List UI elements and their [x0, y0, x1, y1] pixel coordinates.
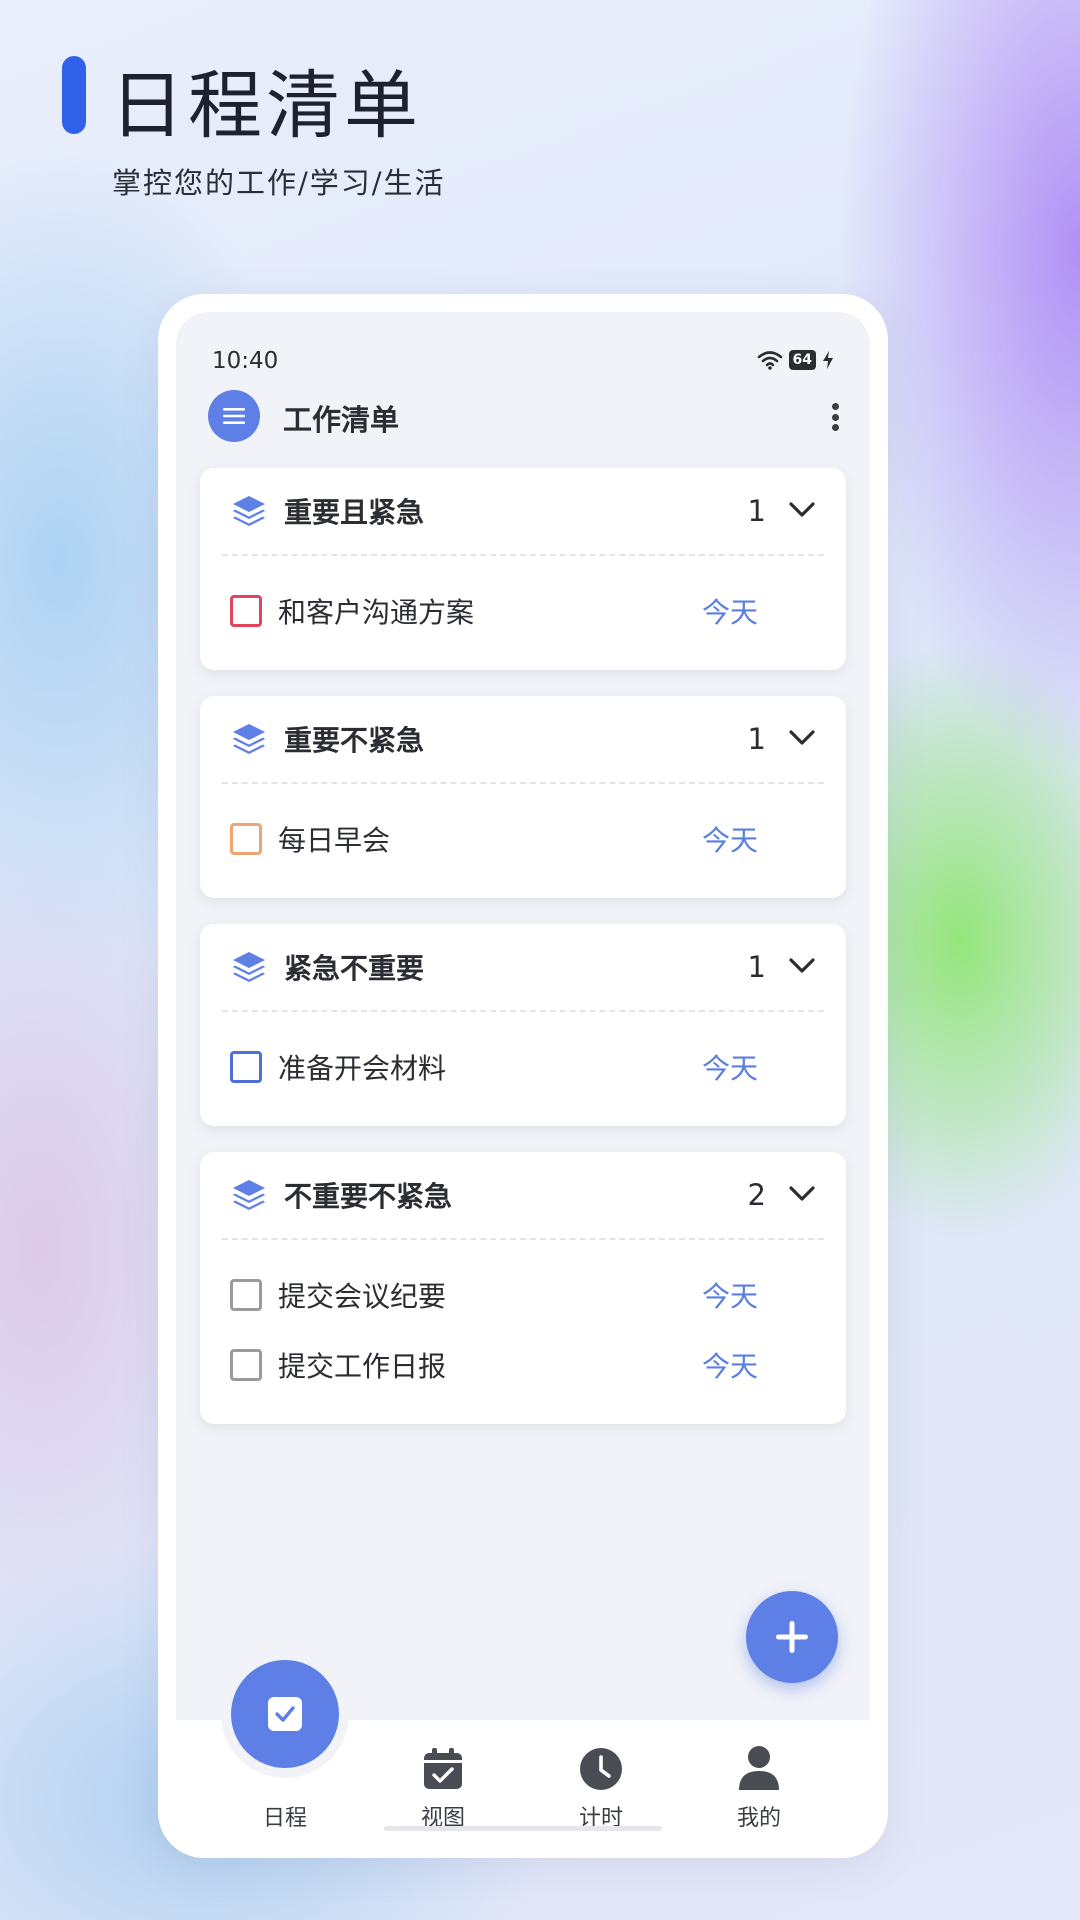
quadrant-card-urgent-not-important: 紧急不重要 1 准备开会材料 今天 — [200, 924, 846, 1126]
person-icon — [739, 1746, 779, 1790]
layers-icon — [233, 952, 265, 982]
quadrant-header[interactable]: 紧急不重要 1 — [222, 924, 824, 1012]
task-text: 提交会议纪要 — [278, 1280, 447, 1313]
chevron-down-icon[interactable] — [786, 726, 818, 750]
menu-button[interactable] — [208, 390, 260, 442]
task-text: 和客户沟通方案 — [278, 596, 475, 629]
dot-icon — [831, 403, 839, 410]
quadrant-count: 1 — [747, 494, 766, 528]
task-text: 准备开会材料 — [278, 1052, 447, 1085]
chevron-down-icon[interactable] — [786, 954, 818, 978]
task-item[interactable]: 提交工作日报 今天 — [222, 1330, 824, 1400]
quadrant-card-important-urgent: 重要且紧急 1 和客户沟通方案 今天 — [200, 468, 846, 670]
home-indicator — [384, 1826, 662, 1831]
title-accent-bar — [62, 56, 86, 134]
task-checkbox[interactable] — [230, 1349, 262, 1381]
task-list: 每日早会 今天 — [200, 784, 846, 898]
task-item[interactable]: 每日早会 今天 — [222, 804, 824, 874]
quadrant-header[interactable]: 重要且紧急 1 — [222, 468, 824, 556]
more-options-button[interactable] — [828, 400, 842, 434]
quadrant-header[interactable]: 不重要不紧急 2 — [222, 1152, 824, 1240]
task-date: 今天 — [701, 824, 758, 857]
quadrant-count: 1 — [747, 950, 766, 984]
task-date: 今天 — [701, 1350, 758, 1383]
task-item[interactable]: 准备开会材料 今天 — [222, 1032, 824, 1102]
clock-icon — [580, 1748, 622, 1790]
task-checkbox[interactable] — [230, 1279, 262, 1311]
tab-view[interactable]: 视图 — [383, 1740, 503, 1832]
tab-label: 我的 — [736, 1806, 781, 1831]
task-date: 今天 — [701, 596, 758, 629]
task-checkbox[interactable] — [230, 1051, 262, 1083]
task-checkbox[interactable] — [230, 595, 262, 627]
quadrant-count: 1 — [747, 722, 766, 756]
task-date: 今天 — [701, 1280, 758, 1313]
chevron-down-icon[interactable] — [786, 498, 818, 522]
quadrant-title: 重要不紧急 — [284, 724, 425, 757]
chevron-down-icon[interactable] — [786, 1182, 818, 1206]
layers-icon — [233, 496, 265, 526]
status-icons: 64 — [757, 350, 834, 370]
layers-icon — [233, 1180, 265, 1210]
list-title: 工作清单 — [283, 403, 400, 437]
add-task-button[interactable] — [746, 1591, 838, 1683]
task-list: 准备开会材料 今天 — [200, 1012, 846, 1126]
quadrant-list: 重要且紧急 1 和客户沟通方案 今天 重要不紧急 1 每日早会 今天 紧急不重要… — [200, 468, 846, 1450]
task-checkbox[interactable] — [230, 823, 262, 855]
quadrant-title: 重要且紧急 — [284, 496, 425, 529]
phone-frame: 10:40 64 工作清单 重要且紧急 1 和客户沟通方案 今天 重要不紧急 1… — [158, 294, 888, 1858]
tab-profile[interactable]: 我的 — [699, 1740, 819, 1832]
task-list: 和客户沟通方案 今天 — [200, 556, 846, 670]
dot-icon — [831, 413, 839, 421]
task-item[interactable]: 和客户沟通方案 今天 — [222, 576, 824, 646]
task-list: 提交会议纪要 今天 提交工作日报 今天 — [200, 1240, 846, 1424]
phone-screen: 10:40 64 工作清单 重要且紧急 1 和客户沟通方案 今天 重要不紧急 1… — [176, 312, 870, 1840]
layers-icon — [233, 724, 265, 754]
calendar-icon — [424, 1748, 462, 1789]
battery-level: 64 — [788, 350, 816, 370]
quadrant-card-important-not-urgent: 重要不紧急 1 每日早会 今天 — [200, 696, 846, 898]
charging-icon — [823, 351, 833, 369]
hero-subtitle: 掌控您的工作/学习/生活 — [112, 166, 446, 200]
task-text: 提交工作日报 — [278, 1350, 447, 1383]
tab-timer[interactable]: 计时 — [541, 1740, 661, 1832]
plus-icon — [776, 1621, 808, 1653]
quadrant-card-not-important-not-urgent: 不重要不紧急 2 提交会议纪要 今天 提交工作日报 今天 — [200, 1152, 846, 1424]
checklist-icon — [268, 1697, 302, 1731]
tab-label: 日程 — [262, 1806, 307, 1831]
wifi-icon — [757, 351, 782, 370]
dot-icon — [831, 424, 839, 431]
quadrant-title: 不重要不紧急 — [284, 1180, 453, 1213]
hero-title: 日程清单 — [110, 63, 422, 149]
task-item[interactable]: 提交会议纪要 今天 — [222, 1260, 824, 1330]
task-text: 每日早会 — [278, 824, 391, 857]
tab-schedule[interactable]: 日程 — [225, 1740, 345, 1832]
quadrant-count: 2 — [747, 1178, 766, 1212]
quadrant-header[interactable]: 重要不紧急 1 — [222, 696, 824, 784]
menu-icon — [223, 408, 245, 424]
task-date: 今天 — [701, 1052, 758, 1085]
quadrant-title: 紧急不重要 — [284, 952, 425, 985]
status-time: 10:40 — [212, 348, 279, 374]
